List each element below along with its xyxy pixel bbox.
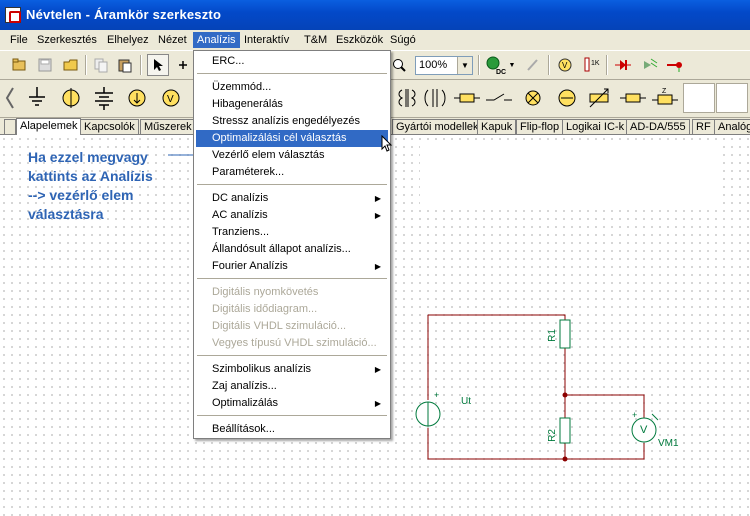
resistor-r1 bbox=[559, 319, 571, 349]
r2-label: R2 bbox=[546, 429, 558, 442]
menu-item-uzemmod[interactable]: Üzemmód... bbox=[196, 79, 388, 96]
menu-item-vezerlo-elem[interactable]: Vezérlő elem választás bbox=[196, 147, 388, 164]
menu-item-fourier[interactable]: Fourier Analízis ▶ bbox=[196, 258, 388, 275]
analysis-menu-dropdown: ERC... Üzemmód... Hibagenerálás Stressz … bbox=[193, 50, 391, 439]
menu-item-zaj[interactable]: Zaj analízis... bbox=[196, 378, 388, 395]
submenu-arrow-icon: ▶ bbox=[374, 211, 381, 220]
mouse-cursor-icon bbox=[381, 135, 393, 152]
submenu-arrow-icon: ▶ bbox=[374, 262, 381, 271]
menu-item-hibageneralas[interactable]: Hibagenerálás bbox=[196, 96, 388, 113]
meter-symbol: V bbox=[640, 424, 648, 436]
submenu-arrow-icon: ▶ bbox=[374, 399, 381, 408]
circuit-wires bbox=[427, 314, 645, 460]
submenu-arrow-icon: ▶ bbox=[374, 365, 381, 374]
menu-item-dc-analizis[interactable]: DC analízis ▶ bbox=[196, 190, 388, 207]
menu-item-erc[interactable]: ERC... bbox=[196, 53, 388, 70]
meter-label: VM1 bbox=[658, 438, 679, 449]
menu-item-optimalizalasi-cel[interactable]: Optimalizálási cél választás bbox=[196, 130, 388, 147]
menu-item-tranziens[interactable]: Tranziens... bbox=[196, 224, 388, 241]
meter-needle bbox=[651, 413, 659, 421]
menu-item-beallitasok[interactable]: Beállítások... bbox=[196, 421, 388, 438]
menu-item-ac-analizis[interactable]: AC analízis ▶ bbox=[196, 207, 388, 224]
source-label: Ut bbox=[461, 396, 471, 407]
menu-item-digitalis-nyomkovetes: Digitális nyomkövetés bbox=[212, 286, 319, 298]
menu-item-digitalis-vhdl: Digitális VHDL szimuláció... bbox=[212, 320, 347, 332]
resistor-r2 bbox=[559, 417, 571, 444]
menu-item-szimbolikus[interactable]: Szimbolikus analízis ▶ bbox=[196, 361, 388, 378]
menu-item-parameterek[interactable]: Paraméterek... bbox=[196, 164, 388, 181]
menu-item-digitalis-idodiagram: Digitális idődiagram... bbox=[212, 303, 318, 315]
menu-item-stressz[interactable]: Stressz analízis engedélyezés bbox=[196, 113, 388, 130]
submenu-arrow-icon: ▶ bbox=[374, 194, 381, 203]
junction-dot bbox=[562, 456, 568, 462]
menu-item-optimalizalas[interactable]: Optimalizálás ▶ bbox=[196, 395, 388, 412]
r1-label: R1 bbox=[546, 329, 558, 342]
source-plus: + bbox=[434, 390, 440, 400]
menu-item-allandosult[interactable]: Állandósult állapot analízis... bbox=[196, 241, 388, 258]
menu-item-vegyes-vhdl: Vegyes típusú VHDL szimuláció... bbox=[212, 337, 377, 349]
junction-dot bbox=[562, 392, 568, 398]
meter-plus: + bbox=[632, 410, 638, 420]
